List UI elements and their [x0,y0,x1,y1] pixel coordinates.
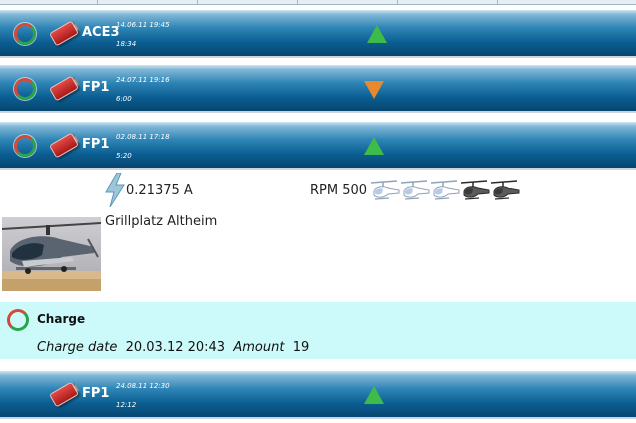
charge-amount-label: Amount [233,340,285,355]
battery-icon [48,75,80,102]
charge-record[interactable]: Charge Charge date 20.03.12 20:43 Amount… [0,302,636,359]
trend-up-icon [364,137,384,155]
flight-entry[interactable]: ACE3 14.06.11 19:45 18:34 [0,8,636,58]
entry-duration: 12:12 [116,401,137,409]
status-ring-icon [14,135,36,157]
flight-entry[interactable]: FP1 24.08.11 12:30 12:12 [0,369,636,419]
entry-date: 14.06.11 19:45 [116,21,170,29]
column-header-strip [0,0,636,5]
helicopter-photo[interactable] [2,217,101,291]
trend-down-icon [364,81,384,99]
battery-icon [48,132,80,159]
charge-info: Charge date 20.03.12 20:43 Amount 19 [37,340,309,355]
status-ring-icon [14,78,36,100]
helicopter-icon-light [370,179,400,201]
entry-duration: 6:00 [116,95,132,103]
current-value: 0.21375 A [126,183,193,198]
helicopter-icon-light [400,179,430,201]
entry-duration: 5:20 [116,152,132,160]
charge-title: Charge [37,312,86,326]
flight-entry[interactable]: FP1 24.07.11 19:16 6:00 [0,63,636,113]
entry-name: FP1 [82,137,110,152]
charge-date-label: Charge date [37,340,118,355]
lightning-icon [105,173,125,207]
rpm-value: RPM 500 [310,183,368,198]
location-name: Grillplatz Altheim [105,214,218,229]
entry-name: ACE3 [82,25,120,40]
status-ring-icon [14,23,36,45]
battery-icon [48,20,80,47]
entry-date: 02.08.11 17:18 [116,133,170,141]
entry-name: FP1 [82,80,110,95]
helicopter-icon-dark [460,179,490,201]
charge-amount-value: 19 [292,340,310,355]
entry-duration: 18:34 [116,40,137,48]
flight-entry-expanded[interactable]: FP1 02.08.11 17:18 5:20 [0,120,636,170]
entry-date: 24.08.11 12:30 [116,382,170,390]
trend-up-icon [364,386,384,404]
flight-details: 0.21375 A RPM 500 Grillplatz Altheim [0,171,636,301]
entry-date: 24.07.11 19:16 [116,76,170,84]
entry-name: FP1 [82,386,110,401]
helicopter-icon-light [430,179,460,201]
battery-icon [48,381,80,408]
helicopter-icon-dark [490,179,520,201]
status-ring-icon [7,309,29,331]
charge-date-value: 20.03.12 20:43 [125,340,226,355]
trend-up-icon [367,25,387,43]
